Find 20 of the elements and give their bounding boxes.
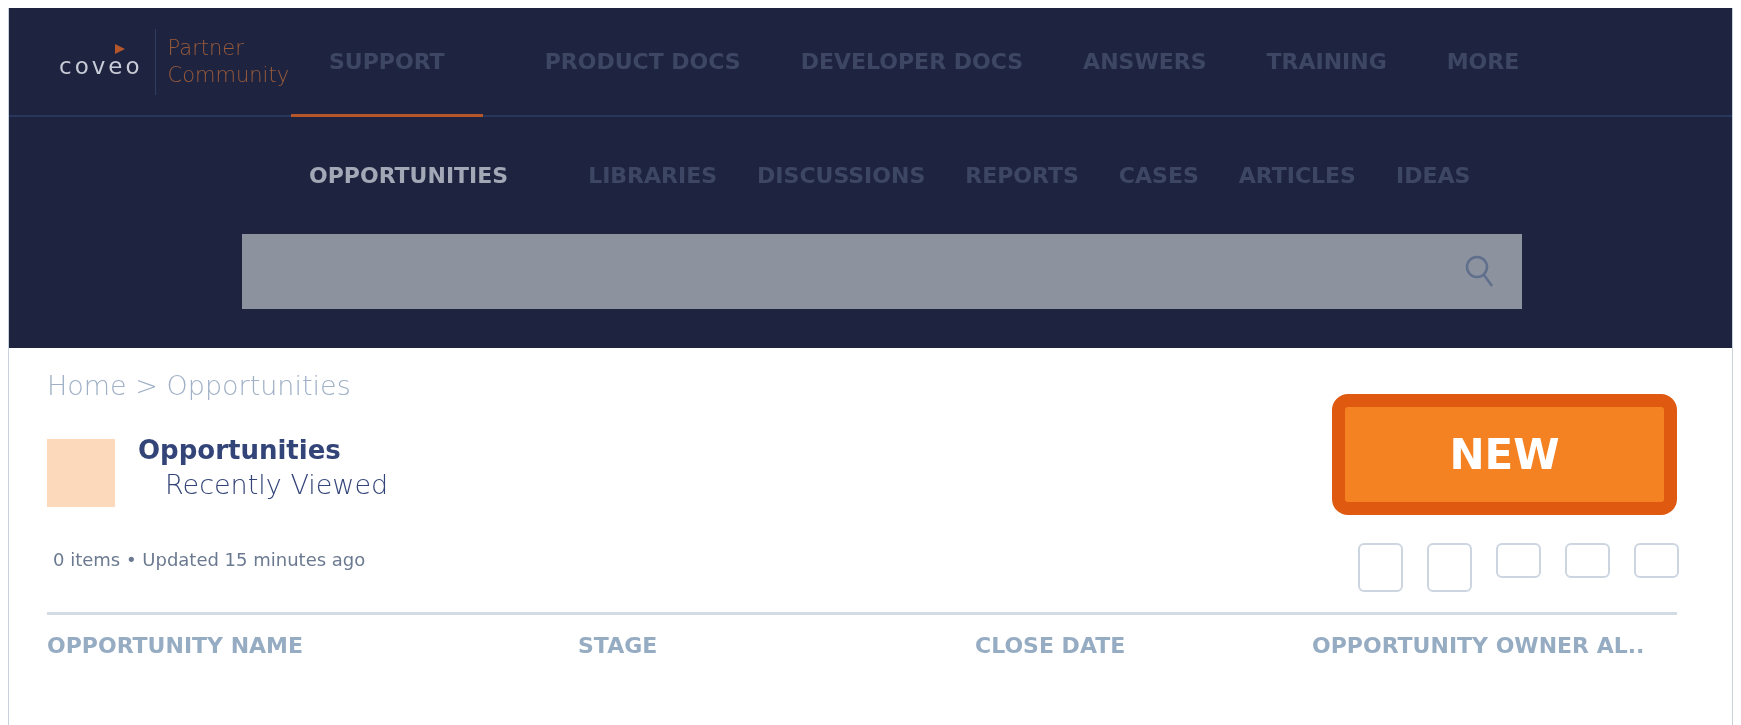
object-icon (47, 439, 115, 507)
breadcrumb: Home > Opportunities (47, 370, 352, 401)
logo-tagline: Partner Community (167, 34, 291, 89)
list-meta: 0 items • Updated 15 minutes ago (53, 549, 366, 570)
toolbar-button[interactable] (1358, 543, 1403, 592)
page-title: Opportunities (138, 435, 342, 465)
logo-wordmark[interactable]: coveo (59, 52, 143, 79)
toolbar-button[interactable] (1496, 543, 1541, 578)
toolbar-button[interactable] (1565, 543, 1610, 578)
toolbar-button[interactable] (1427, 543, 1472, 592)
subnav-tab[interactable]: OPPORTUNITIES (309, 163, 509, 188)
search-field[interactable] (242, 234, 1522, 309)
column-header[interactable]: STAGE (578, 633, 975, 658)
toolbar-button[interactable] (1634, 543, 1679, 578)
column-header[interactable]: CLOSE DATE (975, 633, 1312, 658)
column-header[interactable]: OPPORTUNITY OWNER AL.. (1312, 633, 1677, 658)
new-button[interactable]: NEW (1332, 394, 1677, 515)
list-view-name[interactable]: Recently Viewed (165, 469, 389, 500)
triangle-icon (114, 42, 126, 55)
column-header[interactable]: OPPORTUNITY NAME (47, 633, 578, 658)
